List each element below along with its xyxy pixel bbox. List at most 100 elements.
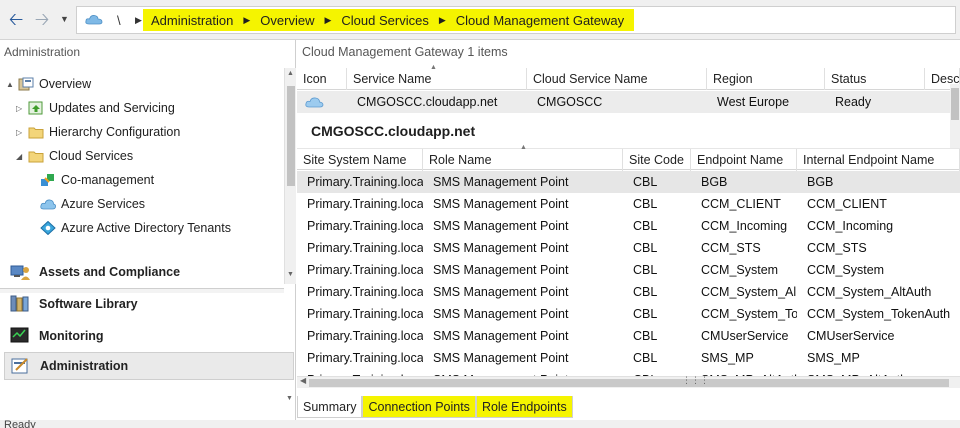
table-row[interactable]: Primary.Training.localSMS Management Poi… [297, 303, 960, 325]
workspace-administration[interactable]: Administration [4, 352, 294, 380]
chevron-right-icon[interactable]: ▶ [243, 15, 250, 26]
breadcrumb-administration[interactable]: Administration [151, 13, 233, 28]
scrollbar-grip-icon: ⋮⋮⋮ [682, 375, 709, 385]
cell-role-name: SMS Management Point [423, 369, 623, 376]
cell-site-system-name: Primary.Training.local [307, 285, 423, 299]
cell-role-name: SMS Management Point [433, 285, 569, 299]
cloud-icon [85, 15, 103, 25]
cloud-icon [40, 199, 56, 210]
cell-site-code: CBL [633, 329, 658, 343]
tree-item-label: Overview [39, 77, 92, 91]
cell-service-name: CMGOSCC.cloudapp.net [357, 95, 498, 109]
breadcrumb-root[interactable]: \ [117, 13, 121, 28]
column-header-icon[interactable]: Icon [297, 68, 347, 90]
folder-icon [28, 151, 44, 163]
navigation-pane-title: Administration [4, 45, 81, 59]
horizontal-scrollbar[interactable]: ◀ ⋮⋮⋮ [297, 375, 960, 388]
cell-status: Ready [835, 95, 872, 109]
cell-role-name: SMS Management Point [433, 219, 569, 233]
cell-site-system-name: Primary.Training.local [307, 241, 423, 255]
expand-icon[interactable]: ▷ [16, 104, 28, 113]
tab-connection-points[interactable]: Connection Points [362, 396, 476, 418]
column-header-service-name[interactable]: Service Name [347, 68, 527, 90]
scroll-up-icon[interactable]: ▲ [287, 70, 294, 77]
table-row[interactable]: Primary.Training.localSMS Management Poi… [297, 325, 960, 347]
cell-internal-endpoint-name: CCM_System_TokenAuth [807, 307, 951, 321]
monitoring-icon [10, 327, 29, 343]
cell-site-code: CBL [633, 285, 658, 299]
table-row[interactable]: Primary.Training.localSMS Management Poi… [297, 171, 960, 193]
column-header-status[interactable]: Status [825, 68, 925, 90]
co-management-icon [41, 174, 54, 186]
scrollbar-thumb[interactable] [309, 379, 949, 387]
scrollbar-thumb[interactable] [287, 86, 295, 186]
expand-icon[interactable]: ▷ [16, 128, 28, 137]
aad-icon [40, 221, 56, 235]
tree-item-overview[interactable]: ▲ Overview [6, 74, 91, 94]
table-row[interactable]: Primary.Training.localSMS Management Poi… [297, 369, 960, 376]
collapse-icon[interactable]: ▲ [6, 80, 18, 89]
chevron-right-icon[interactable]: ▶ [135, 15, 142, 26]
tree-item-cloud-services[interactable]: ◢ Cloud Services [16, 146, 133, 166]
history-dropdown-icon[interactable]: ▼ [60, 14, 69, 24]
cell-internal-endpoint-name: CCM_Incoming [807, 219, 894, 233]
breadcrumb-path: Administration ▶ Overview ▶ Cloud Servic… [143, 9, 635, 31]
breadcrumb-overview[interactable]: Overview [260, 13, 314, 28]
cell-site-code: CBL [623, 369, 691, 376]
table-row[interactable]: Primary.Training.local SMS Management Poi… [297, 281, 960, 303]
column-header-internal-endpoint-name[interactable]: Internal Endpoint Name [797, 149, 960, 171]
cell-role-name: SMS Management Point [433, 175, 569, 189]
workspace-assets-and-compliance[interactable]: Assets and Compliance [4, 258, 294, 286]
cell-endpoint-name: BGB [701, 175, 728, 189]
cell-site-system-name: Primary.Training.local [307, 197, 423, 211]
gateway-list-header: Icon Service Name Cloud Service Name Reg… [297, 68, 960, 90]
tab-summary[interactable]: Summary [297, 396, 363, 418]
scroll-down-icon[interactable]: ▼ [286, 395, 293, 402]
tree-item-updates-and-servicing[interactable]: ▷ Updates and Servicing [16, 98, 175, 118]
table-row[interactable]: Primary.Training.localSMS Management Poi… [297, 259, 960, 281]
column-header-role-name[interactable]: Role Name [423, 149, 623, 171]
breadcrumb-cloud-services[interactable]: Cloud Services [341, 13, 428, 28]
scroll-left-icon[interactable]: ◀ [300, 376, 306, 385]
tree-item-hierarchy-configuration[interactable]: ▷ Hierarchy Configuration [16, 122, 180, 142]
workspace-monitoring[interactable]: Monitoring [4, 322, 294, 350]
tree-item-azure-services[interactable]: Azure Services [40, 194, 145, 214]
column-header-region[interactable]: Region [707, 68, 825, 90]
column-header-site-system-name[interactable]: Site System Name [297, 149, 423, 171]
chevron-right-icon[interactable]: ▶ [439, 15, 446, 26]
tab-role-endpoints[interactable]: Role Endpoints [475, 396, 573, 418]
tree-item-co-management[interactable]: Co-management [40, 170, 154, 190]
cell-site-system-name: Primary.Training.local [307, 307, 423, 321]
table-row[interactable]: Primary.Training.localSMS Management Poi… [297, 347, 960, 369]
cell-endpoint-name: CCM_System_To... [701, 307, 797, 321]
software-library-icon [10, 295, 29, 312]
forward-arrow-icon[interactable]: 🡢 [32, 9, 52, 29]
collapse-icon[interactable]: ◢ [16, 152, 28, 161]
table-row[interactable]: Primary.Training.localSMS Management Poi… [297, 237, 960, 259]
cell-site-code: CBL [633, 307, 658, 321]
column-header-site-code[interactable]: Site Code [623, 149, 691, 171]
navigation-scrollbar[interactable]: ▲ ▼ [284, 68, 296, 284]
address-bar: 🡠 🡢 ▼ \ ▶ Administration ▶ Overview ▶ Cl… [0, 0, 960, 40]
workspace-label: Administration [40, 359, 129, 373]
breadcrumb[interactable]: \ ▶ Administration ▶ Overview ▶ Cloud Se… [76, 6, 956, 34]
cell-site-system-name: Primary.Training.local [307, 263, 423, 277]
table-row[interactable]: Primary.Training.localSMS Management Poi… [297, 215, 960, 237]
tree-item-azure-active-directory-tenants[interactable]: Azure Active Directory Tenants [40, 218, 231, 238]
updates-icon [28, 101, 43, 115]
breadcrumb-cloud-management-gateway[interactable]: Cloud Management Gateway [456, 13, 624, 28]
content-pane: Cloud Management Gateway 1 items Icon Se… [297, 40, 960, 428]
workspace-software-library[interactable]: Software Library [4, 290, 294, 318]
table-row[interactable]: Primary.Training.localSMS Management Poi… [297, 193, 960, 215]
table-row[interactable]: CMGOSCC.cloudapp.net CMGOSCC West Europe… [297, 91, 950, 113]
chevron-right-icon[interactable]: ▶ [324, 15, 331, 26]
folder-icon [28, 127, 44, 139]
cloud-icon [305, 97, 324, 108]
cell-site-system-name: Primary.Training.local [307, 329, 423, 343]
assets-icon [10, 265, 30, 280]
scrollbar-thumb[interactable] [951, 88, 959, 120]
column-header-endpoint-name[interactable]: Endpoint Name [691, 149, 797, 171]
back-arrow-icon[interactable]: 🡠 [6, 9, 26, 29]
column-header-cloud-service-name[interactable]: Cloud Service Name [527, 68, 707, 90]
cell-internal-endpoint-name: CCM_CLIENT [807, 197, 887, 211]
